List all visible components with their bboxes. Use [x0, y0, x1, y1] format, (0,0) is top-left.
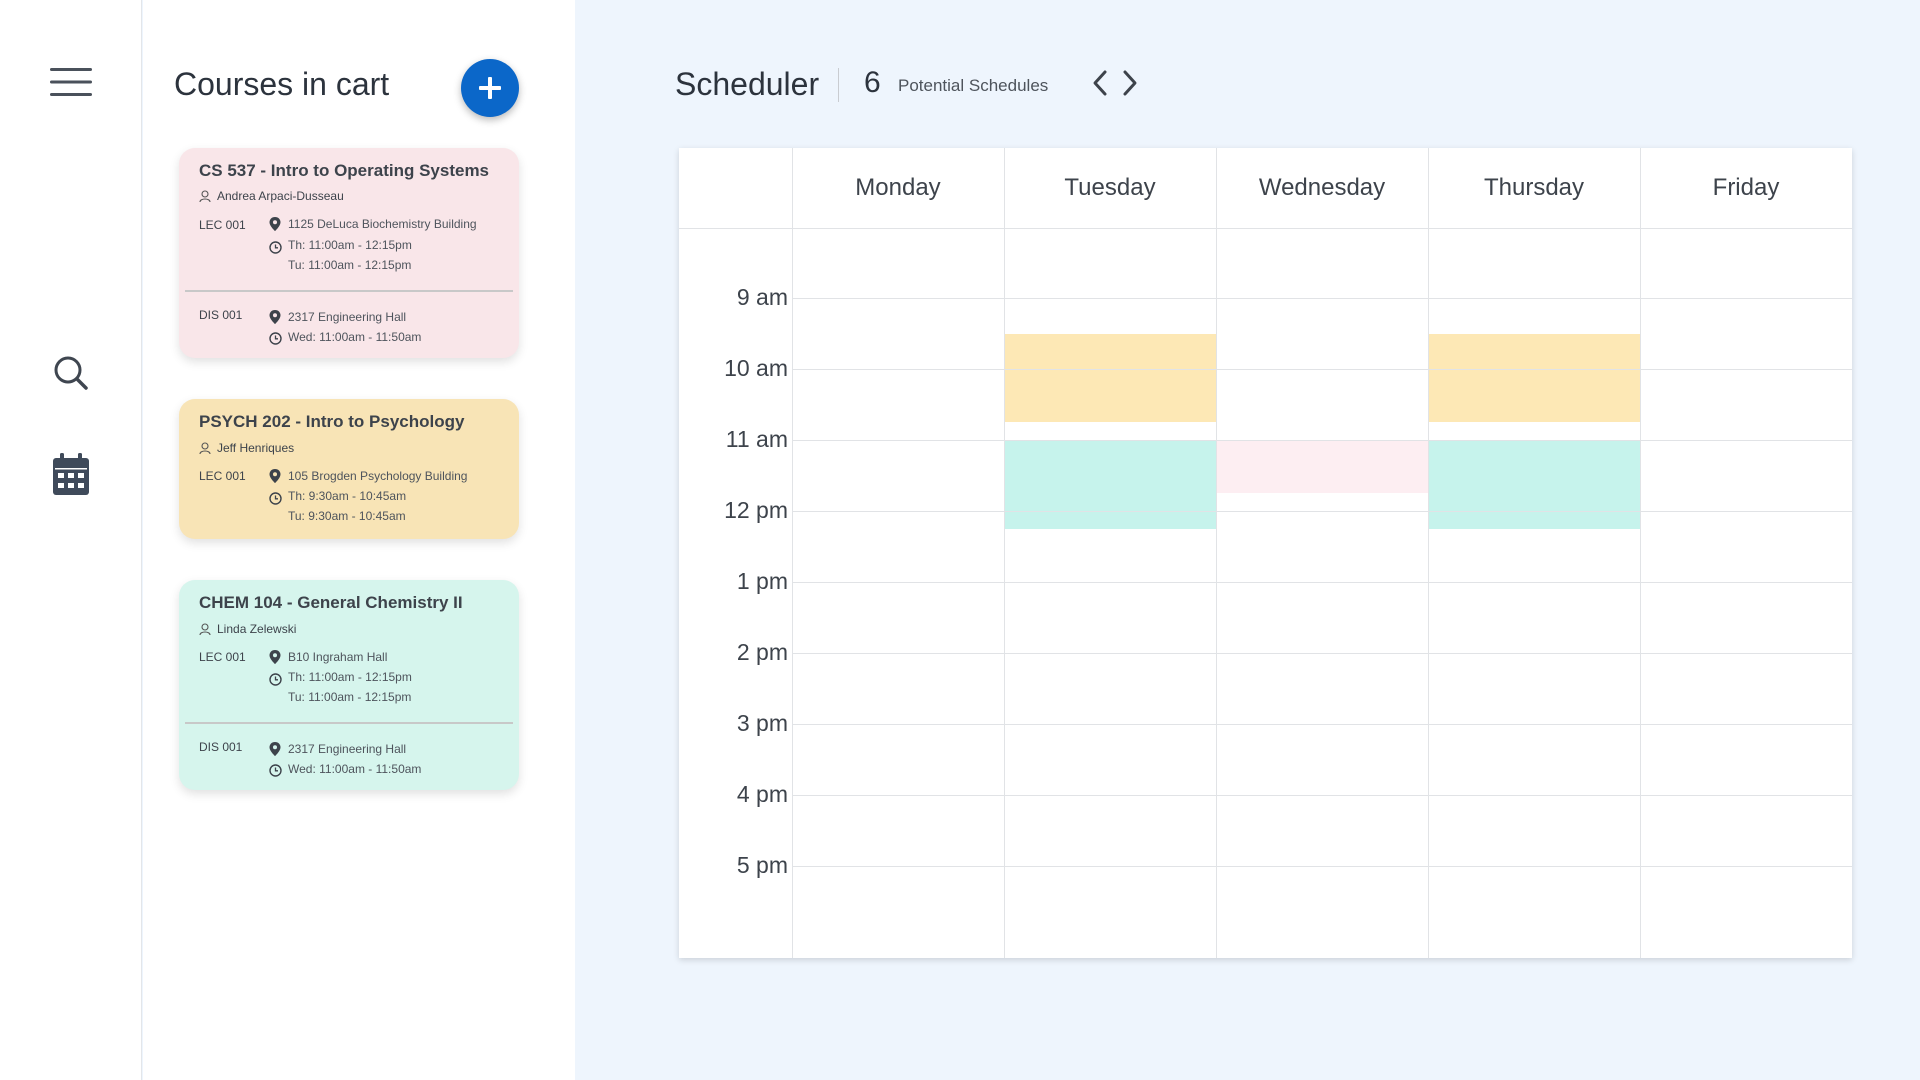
day-column-divider — [1428, 148, 1429, 958]
discussion-time: Wed: 11:00am - 11:50am — [269, 330, 421, 345]
schedule-event-block[interactable] — [1428, 333, 1640, 423]
day-column-divider — [792, 148, 793, 958]
hour-label: 4 pm — [736, 781, 788, 807]
clock-icon — [269, 241, 282, 254]
clock-icon — [269, 492, 282, 505]
hour-gridline — [792, 653, 1852, 654]
menu-icon[interactable] — [50, 66, 92, 98]
discussion-location: 2317 Engineering Hall — [269, 310, 406, 324]
schedule-count-label: Potential Schedules — [898, 76, 1049, 95]
discussion-location: 2317 Engineering Hall — [269, 742, 406, 756]
schedule-event-block[interactable] — [1428, 440, 1640, 529]
discussion-label: DIS 001 — [199, 308, 243, 322]
course-title: PSYCH 202 - Intro to Psychology — [199, 412, 465, 431]
hour-gridline — [792, 511, 1852, 512]
lecture-time: Th: 11:00am - 12:15pm — [269, 238, 412, 254]
hour-label: 1 pm — [736, 568, 788, 594]
chevron-right-icon[interactable] — [1118, 68, 1140, 98]
chevron-left-icon[interactable] — [1090, 68, 1112, 98]
hour-gridline — [792, 795, 1852, 796]
day-header-monday: Monday — [855, 174, 941, 201]
day-header-thursday: Thursday — [1483, 174, 1585, 201]
lecture-time-2: Tu: 9:30am - 10:45am — [288, 509, 406, 523]
lecture-time-2: Tu: 11:00am - 12:15pm — [288, 258, 412, 272]
person-icon — [199, 190, 211, 202]
calendar-icon[interactable] — [50, 452, 92, 496]
hour-gridline — [792, 582, 1852, 583]
day-column-divider — [1216, 148, 1217, 958]
week-calendar: Monday Tuesday Wednesday Thursday Friday 9 am… — [679, 148, 1852, 958]
nav-rail — [0, 0, 142, 1080]
lecture-location: 1125 DeLuca Biochemistry Building — [269, 217, 477, 231]
location-pin-icon — [269, 650, 281, 664]
course-instructor: Linda Zelewski — [199, 622, 296, 636]
hour-gridline — [792, 440, 1852, 441]
hour-gridline — [792, 298, 1852, 299]
course-card-psych202[interactable]: PSYCH 202 - Intro to Psychology Jeff Hen… — [179, 399, 519, 539]
course-card-cs537[interactable]: CS 537 - Intro to Operating Systems Andr… — [179, 148, 519, 358]
schedule-event-block[interactable] — [1004, 333, 1216, 423]
lecture-time: Th: 9:30am - 10:45am — [269, 489, 406, 505]
hour-label: 2 pm — [736, 639, 788, 665]
location-pin-icon — [269, 217, 281, 231]
header-divider — [838, 68, 839, 102]
schedule-count: 6 — [864, 66, 881, 99]
hour-gridline — [792, 369, 1852, 370]
hour-label: 5 pm — [736, 852, 788, 878]
search-icon[interactable] — [50, 352, 92, 394]
calendar-header-divider — [679, 228, 1852, 229]
course-title: CS 537 - Intro to Operating Systems — [199, 161, 490, 180]
hour-label: 3 pm — [736, 710, 788, 736]
hour-label: 12 pm — [724, 497, 788, 523]
cart-panel: Courses in cart CS 537 - Intro to Operat… — [143, 0, 575, 1080]
cart-title: Courses in cart — [174, 66, 390, 102]
day-header-friday: Friday — [1712, 174, 1780, 201]
location-pin-icon — [269, 469, 281, 483]
person-icon — [199, 442, 211, 454]
card-divider — [185, 290, 513, 292]
day-header-wednesday: Wednesday — [1258, 174, 1386, 201]
lecture-location: B10 Ingraham Hall — [269, 650, 387, 664]
course-title: CHEM 104 - General Chemistry II — [199, 593, 463, 612]
add-course-button[interactable] — [461, 59, 519, 117]
lecture-time: Th: 11:00am - 12:15pm — [269, 670, 412, 686]
scheduler-title: Scheduler — [675, 66, 820, 102]
location-pin-icon — [269, 742, 281, 756]
location-pin-icon — [269, 310, 281, 324]
person-icon — [199, 623, 211, 635]
day-column-divider — [1004, 148, 1005, 958]
hour-label: 11 am — [725, 426, 788, 452]
discussion-time: Wed: 11:00am - 11:50am — [269, 762, 421, 777]
lecture-time-2: Tu: 11:00am - 12:15pm — [288, 690, 412, 704]
clock-icon — [269, 332, 282, 345]
lecture-label: LEC 001 — [199, 469, 246, 483]
lecture-location: 105 Brogden Psychology Building — [269, 469, 467, 483]
hour-label: 9 am — [736, 284, 788, 310]
course-instructor: Jeff Henriques — [199, 441, 294, 455]
hour-label: 10 am — [724, 355, 788, 381]
course-card-chem104[interactable]: CHEM 104 - General Chemistry II Linda Ze… — [179, 580, 519, 790]
clock-icon — [269, 673, 282, 686]
plus-icon — [479, 77, 501, 99]
discussion-label: DIS 001 — [199, 740, 243, 754]
clock-icon — [269, 764, 282, 777]
schedule-event-block[interactable] — [1216, 440, 1428, 494]
card-divider — [185, 722, 513, 724]
lecture-label: LEC 001 — [199, 218, 246, 232]
lecture-label: LEC 001 — [199, 650, 246, 664]
day-column-divider — [1640, 148, 1641, 958]
course-instructor: Andrea Arpaci-Dusseau — [199, 189, 344, 203]
hour-gridline — [792, 724, 1852, 725]
hour-gridline — [792, 866, 1852, 867]
schedule-event-block[interactable] — [1004, 440, 1216, 529]
day-header-tuesday: Tuesday — [1064, 174, 1156, 201]
